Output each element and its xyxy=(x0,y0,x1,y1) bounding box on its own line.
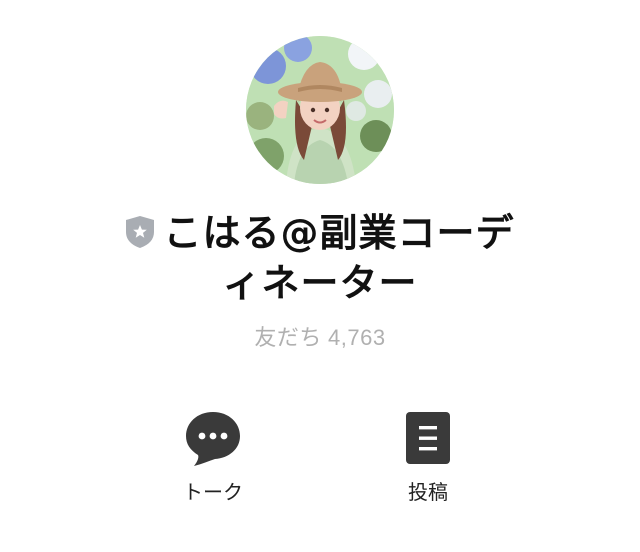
profile-name: こはる@副業コーデ ィネーター xyxy=(0,208,640,308)
profile-name-line-2: ィネーター xyxy=(222,261,418,305)
friends-count: 友だち 4,763 xyxy=(0,320,640,352)
avatar-photo xyxy=(246,36,394,184)
posts-label: 投稿 xyxy=(408,480,448,504)
post-list-icon xyxy=(406,412,450,464)
friends-number: 4,763 xyxy=(328,325,386,350)
friends-label: 友だち xyxy=(254,325,322,350)
shield-star-icon xyxy=(125,211,155,248)
posts-button[interactable]: 投稿 xyxy=(368,410,488,505)
profile-name-line-1: こはる@副業コーデ xyxy=(0,208,640,258)
profile-avatar[interactable] xyxy=(246,36,394,184)
talk-button[interactable]: トーク xyxy=(153,410,273,505)
chat-bubble-icon xyxy=(186,412,240,466)
talk-label: トーク xyxy=(183,480,243,504)
profile-name-text-1: こはる@副業コーデ xyxy=(163,211,515,255)
